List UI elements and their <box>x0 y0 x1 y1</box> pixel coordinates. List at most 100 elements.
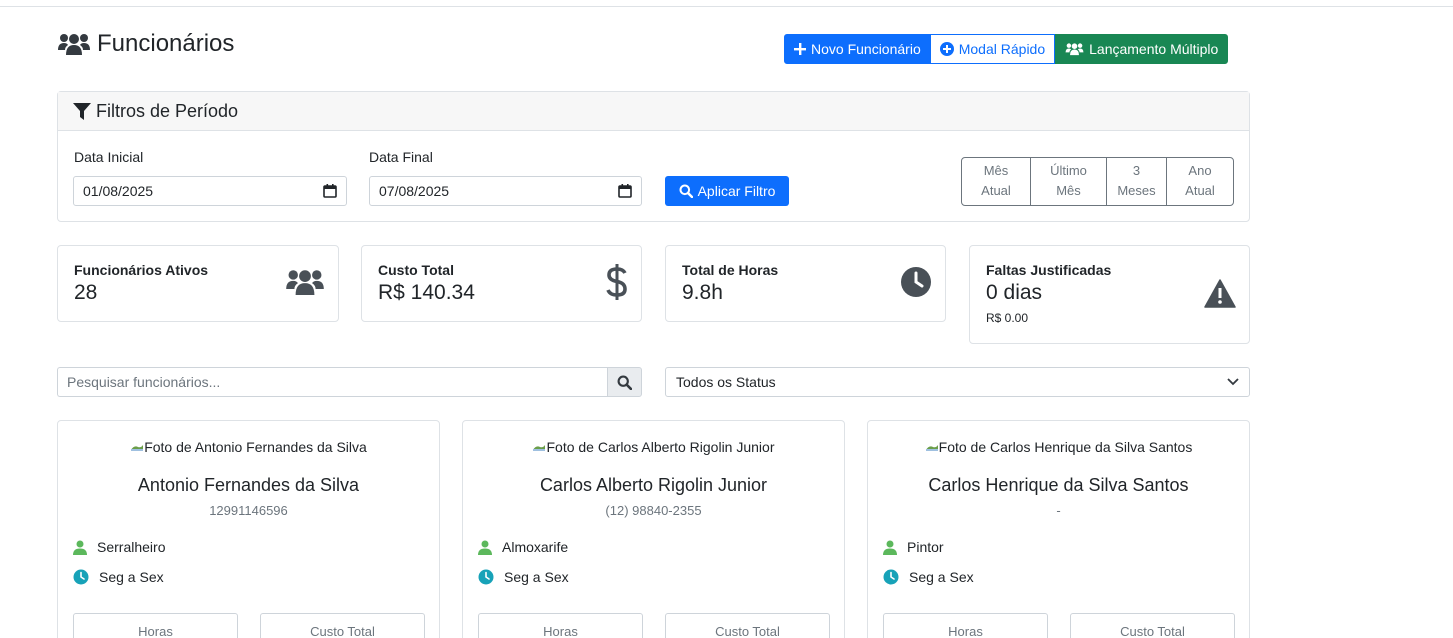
employee-role-row: Almoxarife <box>478 539 568 555</box>
chevron-down-icon <box>1227 378 1239 386</box>
dollar-icon <box>606 264 627 300</box>
search-placeholder: Pesquisar funcionários... <box>67 374 221 390</box>
period-button-group: Mês Atual Último Mês 3 Meses Ano Atual <box>961 157 1234 206</box>
start-date-label: Data Inicial <box>74 149 144 165</box>
period-label: Mês <box>1056 183 1081 198</box>
users-icon <box>1065 43 1084 56</box>
period-label: 3 <box>1132 163 1141 178</box>
employee-name: Carlos Henrique da Silva Santos <box>928 475 1189 495</box>
employee-schedule: Seg a Sex <box>504 569 569 585</box>
total-cost-box: Custo Total <box>1070 613 1235 638</box>
employee-phone: 12991146596 <box>209 503 288 518</box>
stat-card-hours: Total de Horas 9.8h <box>665 245 946 322</box>
clock-icon <box>478 569 494 585</box>
stat-label: Custo Total <box>378 262 454 278</box>
plus-circle-icon <box>939 42 954 56</box>
end-date-input[interactable]: 07/08/2025 <box>369 176 642 206</box>
stat-card-absences: Faltas Justificadas 0 dias R$ 0.00 <box>969 245 1250 344</box>
search-icon <box>617 375 632 390</box>
user-tie-icon <box>478 540 492 555</box>
stat-label: Funcionários Ativos <box>74 262 209 278</box>
broken-image-icon <box>925 445 938 451</box>
employee-phone: (12) 98840-2355 <box>605 503 702 518</box>
start-date-value: 01/08/2025 <box>83 183 154 199</box>
search-input[interactable]: Pesquisar funcionários... <box>57 367 608 397</box>
period-label: Último <box>1050 163 1087 178</box>
hours-box: Horas <box>478 613 643 638</box>
start-date-input[interactable]: 01/08/2025 <box>73 176 347 206</box>
users-icon <box>57 31 91 57</box>
multiple-entry-button[interactable]: Lançamento Múltiplo <box>1055 34 1229 64</box>
period-label: Atual <box>981 183 1011 198</box>
employee-schedule-row: Seg a Sex <box>883 569 974 585</box>
users-icon <box>286 270 324 295</box>
stat-label: Faltas Justificadas <box>986 262 1112 278</box>
employee-photo-alt: Foto de Carlos Alberto Rigolin Junior <box>546 439 775 455</box>
employee-phone: - <box>1056 503 1061 518</box>
apply-filter-button[interactable]: Aplicar Filtro <box>665 176 789 206</box>
filter-icon <box>73 102 91 120</box>
period-current-year[interactable]: Ano Atual <box>1166 158 1233 205</box>
total-cost-box: Custo Total <box>260 613 425 638</box>
stat-label: Total de Horas <box>682 262 779 278</box>
employee-schedule-row: Seg a Sex <box>73 569 164 585</box>
employee-card[interactable]: Foto de Carlos Alberto Rigolin Junior Ca… <box>462 420 845 638</box>
employee-role: Serralheiro <box>97 539 166 555</box>
plus-icon <box>794 43 806 55</box>
employee-schedule: Seg a Sex <box>99 569 164 585</box>
stat-value: 0 dias <box>986 281 1043 304</box>
period-current-month[interactable]: Mês Atual <box>962 158 1030 205</box>
clock-icon <box>883 569 899 585</box>
stat-card-active: Funcionários Ativos 28 <box>57 245 339 322</box>
user-tie-icon <box>883 540 897 555</box>
employee-name: Carlos Alberto Rigolin Junior <box>539 475 768 495</box>
period-last-month[interactable]: Último Mês <box>1030 158 1106 205</box>
clock-icon <box>73 569 89 585</box>
broken-image-icon <box>533 445 546 451</box>
employee-role-row: Serralheiro <box>73 539 165 555</box>
stat-subvalue: R$ 0.00 <box>986 311 1029 325</box>
employee-photo-alt: Foto de Carlos Henrique da Silva Santos <box>938 439 1193 455</box>
quick-modal-button[interactable]: Modal Rápido <box>930 34 1056 64</box>
stat-value: 28 <box>74 281 98 304</box>
stat-card-cost: Custo Total R$ 140.34 <box>361 245 642 322</box>
period-filter-card: Filtros de Período Data Inicial 01/08/20… <box>57 91 1250 222</box>
new-employee-button[interactable]: Novo Funcionário <box>784 34 931 64</box>
new-employee-label: Novo Funcionário <box>811 41 921 57</box>
employee-photo: Foto de Carlos Henrique da Silva Santos <box>868 439 1249 455</box>
period-label: Mês <box>983 163 1009 178</box>
clock-icon <box>901 267 931 297</box>
stat-value: 9.8h <box>682 281 723 304</box>
end-date-value: 07/08/2025 <box>379 183 450 199</box>
apply-filter-label: Aplicar Filtro <box>697 183 776 199</box>
calendar-icon <box>323 184 337 198</box>
search-button[interactable] <box>607 367 642 397</box>
employee-schedule: Seg a Sex <box>909 569 974 585</box>
total-cost-box: Custo Total <box>665 613 830 638</box>
employee-role: Almoxarife <box>502 539 569 555</box>
calendar-icon <box>618 184 632 198</box>
warning-icon <box>1204 279 1236 308</box>
multiple-entry-label: Lançamento Múltiplo <box>1089 41 1219 57</box>
top-divider <box>0 6 1453 7</box>
employee-role: Pintor <box>907 539 944 555</box>
hours-box: Horas <box>73 613 238 638</box>
page-heading: Funcionários <box>97 30 235 57</box>
status-selected-value: Todos os Status <box>676 374 776 390</box>
employee-photo-alt: Foto de Antonio Fernandes da Silva <box>144 439 367 455</box>
employee-photo: Foto de Carlos Alberto Rigolin Junior <box>463 439 844 455</box>
header-actions: Novo Funcionário Modal Rápido Lançamento… <box>784 34 1229 64</box>
employee-name: Antonio Fernandes da Silva <box>137 475 360 495</box>
employee-card[interactable]: Foto de Carlos Henrique da Silva Santos … <box>867 420 1250 638</box>
period-three-months[interactable]: 3 Meses <box>1106 158 1166 205</box>
status-select[interactable]: Todos os Status <box>665 367 1250 397</box>
period-label: Ano <box>1188 163 1212 178</box>
period-label: Meses <box>1117 183 1156 198</box>
search-icon <box>679 184 693 198</box>
end-date-label: Data Final <box>369 149 433 165</box>
quick-modal-label: Modal Rápido <box>958 41 1046 57</box>
employee-card[interactable]: Foto de Antonio Fernandes da Silva Anton… <box>57 420 440 638</box>
page-title: Funcionários <box>57 30 234 58</box>
filter-title: Filtros de Período <box>96 100 239 121</box>
hours-box: Horas <box>883 613 1048 638</box>
